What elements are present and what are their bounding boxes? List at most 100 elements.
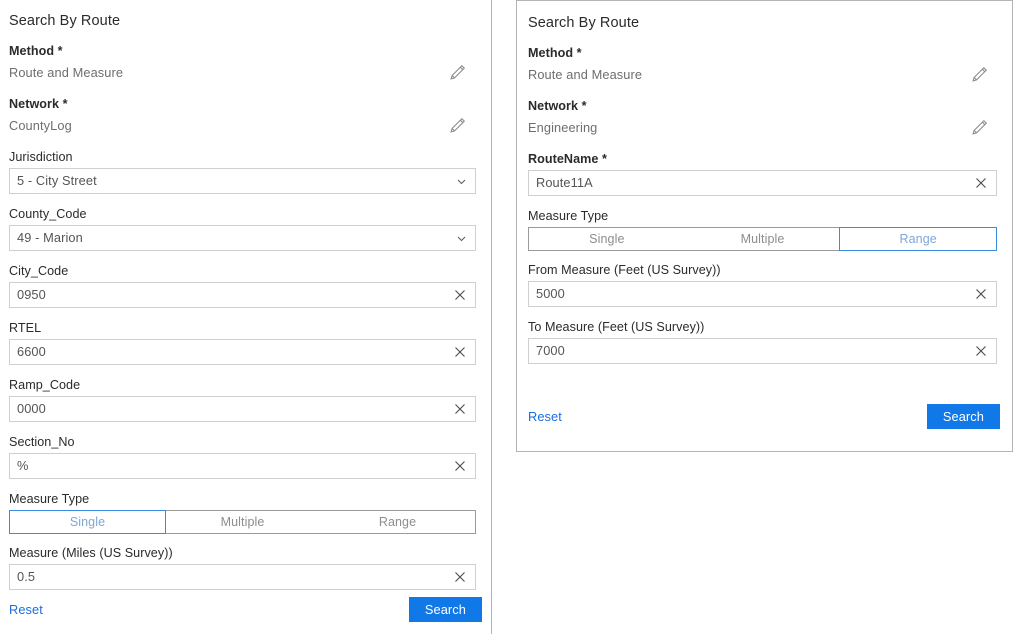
panel-footer-right: Reset Search — [517, 404, 1012, 429]
search-by-route-panel-left: Search By Route Method * Route and Measu… — [0, 0, 492, 634]
label-route-name-text: RouteName — [528, 152, 598, 166]
ramp-code-value: 0000 — [10, 397, 447, 421]
readonly-row-network: CountyLog — [9, 115, 476, 136]
route-name-value: Route11A — [529, 171, 968, 195]
label-method-text: Method — [528, 46, 573, 60]
reset-button[interactable]: Reset — [528, 409, 562, 424]
rtel-input[interactable]: 6600 — [9, 339, 476, 365]
label-network-text: Network — [528, 99, 578, 113]
field-city-code: City_Code 0950 — [9, 263, 476, 308]
measure-type-toggle-group: Single Multiple Range — [9, 510, 476, 534]
chevron-down-icon[interactable] — [450, 169, 472, 193]
value-network: CountyLog — [9, 117, 72, 135]
label-to-measure: To Measure (Feet (US Survey)) — [528, 319, 997, 335]
rtel-value: 6600 — [10, 340, 447, 364]
field-measure-type: Measure Type Single Multiple Range — [9, 491, 476, 534]
to-measure-input[interactable]: 7000 — [528, 338, 997, 364]
to-measure-value: 7000 — [529, 339, 968, 363]
label-ramp-code: Ramp_Code — [9, 377, 476, 393]
chevron-down-icon[interactable] — [450, 226, 472, 250]
label-city-code: City_Code — [9, 263, 476, 279]
section-no-input[interactable]: % — [9, 453, 476, 479]
measure-type-option-multiple[interactable]: Multiple — [164, 510, 321, 534]
measure-type-option-range[interactable]: Range — [319, 510, 476, 534]
value-network: Engineering — [528, 119, 597, 137]
label-network-text: Network — [9, 97, 59, 111]
page-title: Search By Route — [528, 14, 997, 32]
field-network: Network * CountyLog — [9, 96, 476, 136]
label-method: Method * — [9, 43, 476, 59]
search-by-route-panel-right: Search By Route Method * Route and Measu… — [516, 0, 1013, 452]
pencil-icon[interactable] — [971, 66, 988, 83]
pencil-icon[interactable] — [971, 119, 988, 136]
label-method-text: Method — [9, 44, 54, 58]
clear-x-icon[interactable] — [447, 397, 473, 421]
from-measure-input[interactable]: 5000 — [528, 281, 997, 307]
panel-footer-left: Reset Search — [0, 597, 491, 622]
label-route-name: RouteName * — [528, 151, 997, 167]
route-name-input[interactable]: Route11A — [528, 170, 997, 196]
field-jurisdiction: Jurisdiction 5 - City Street — [9, 149, 476, 194]
field-route-name: RouteName * Route11A — [528, 151, 997, 196]
label-method: Method * — [528, 45, 997, 61]
value-method: Route and Measure — [9, 64, 123, 82]
screen-root: Search By Route Method * Route and Measu… — [0, 0, 1014, 634]
measure-type-option-multiple[interactable]: Multiple — [684, 227, 842, 251]
clear-x-icon[interactable] — [447, 454, 473, 478]
reset-button[interactable]: Reset — [9, 602, 43, 617]
measure-input[interactable]: 0.5 — [9, 564, 476, 590]
field-method: Method * Route and Measure — [528, 45, 997, 85]
label-measure-type: Measure Type — [9, 491, 476, 507]
label-jurisdiction: Jurisdiction — [9, 149, 476, 165]
required-marker: * — [602, 152, 607, 166]
jurisdiction-select[interactable]: 5 - City Street — [9, 168, 476, 194]
county-code-value: 49 - Marion — [10, 226, 450, 250]
clear-x-icon[interactable] — [447, 283, 473, 307]
clear-x-icon[interactable] — [447, 565, 473, 589]
ramp-code-input[interactable]: 0000 — [9, 396, 476, 422]
clear-x-icon[interactable] — [968, 171, 994, 195]
readonly-row-method: Route and Measure — [9, 62, 476, 83]
search-button[interactable]: Search — [409, 597, 482, 622]
field-to-measure: To Measure (Feet (US Survey)) 7000 — [528, 319, 997, 364]
readonly-row-method: Route and Measure — [528, 64, 997, 85]
measure-type-toggle-group: Single Multiple Range — [528, 227, 997, 251]
county-code-select[interactable]: 49 - Marion — [9, 225, 476, 251]
label-section-no: Section_No — [9, 434, 476, 450]
field-network: Network * Engineering — [528, 98, 997, 138]
measure-type-option-single[interactable]: Single — [528, 227, 686, 251]
value-method: Route and Measure — [528, 66, 642, 84]
page-title: Search By Route — [9, 12, 476, 30]
field-county-code: County_Code 49 - Marion — [9, 206, 476, 251]
label-measure: Measure (Miles (US Survey)) — [9, 545, 476, 561]
label-rtel: RTEL — [9, 320, 476, 336]
city-code-input[interactable]: 0950 — [9, 282, 476, 308]
label-network: Network * — [528, 98, 997, 114]
section-no-value: % — [10, 454, 447, 478]
required-marker: * — [577, 46, 582, 60]
required-marker: * — [582, 99, 587, 113]
label-measure-type: Measure Type — [528, 208, 997, 224]
clear-x-icon[interactable] — [968, 339, 994, 363]
label-from-measure: From Measure (Feet (US Survey)) — [528, 262, 997, 278]
clear-x-icon[interactable] — [447, 340, 473, 364]
search-button[interactable]: Search — [927, 404, 1000, 429]
label-county-code: County_Code — [9, 206, 476, 222]
field-measure-type: Measure Type Single Multiple Range — [528, 208, 997, 251]
clear-x-icon[interactable] — [968, 282, 994, 306]
pencil-icon[interactable] — [449, 117, 466, 134]
field-from-measure: From Measure (Feet (US Survey)) 5000 — [528, 262, 997, 307]
pencil-icon[interactable] — [449, 64, 466, 81]
field-rtel: RTEL 6600 — [9, 320, 476, 365]
jurisdiction-value: 5 - City Street — [10, 169, 450, 193]
required-marker: * — [58, 44, 63, 58]
field-section-no: Section_No % — [9, 434, 476, 479]
city-code-value: 0950 — [10, 283, 447, 307]
measure-type-option-single[interactable]: Single — [9, 510, 166, 534]
required-marker: * — [63, 97, 68, 111]
field-method: Method * Route and Measure — [9, 43, 476, 83]
readonly-row-network: Engineering — [528, 117, 997, 138]
from-measure-value: 5000 — [529, 282, 968, 306]
measure-type-option-range[interactable]: Range — [839, 227, 997, 251]
field-measure: Measure (Miles (US Survey)) 0.5 — [9, 545, 476, 590]
